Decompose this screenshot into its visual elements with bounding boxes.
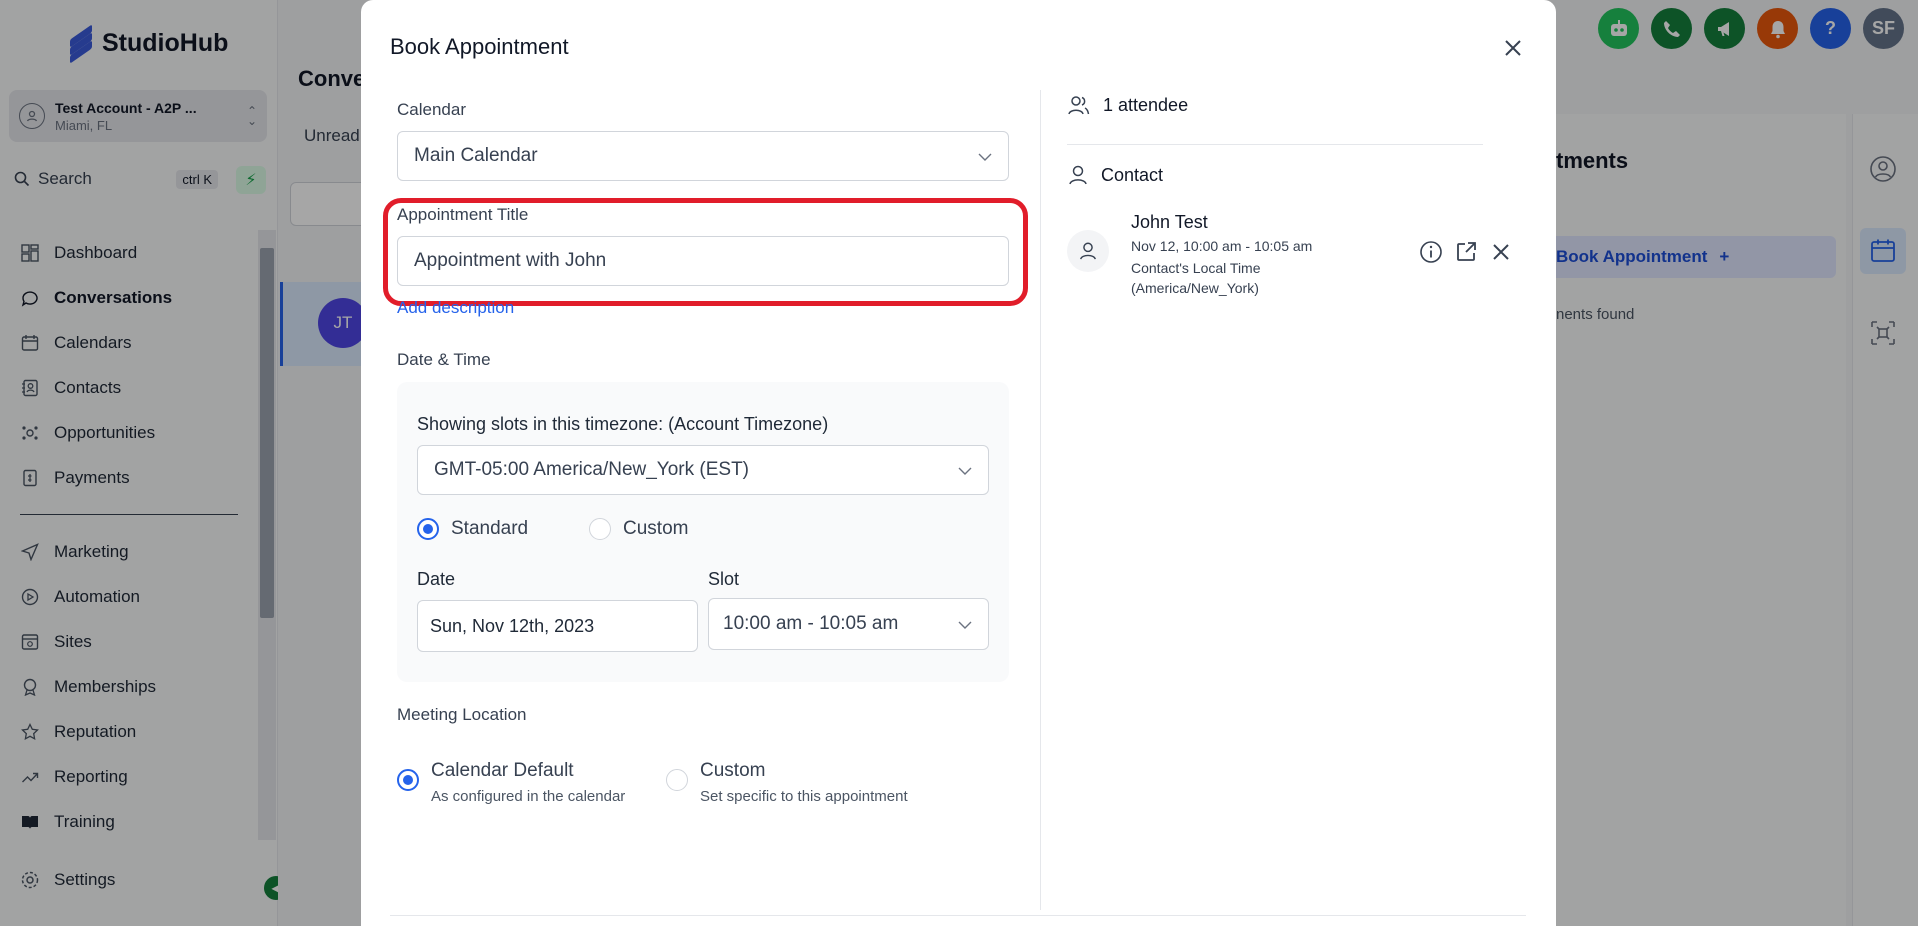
- location-option-title: Custom: [700, 760, 766, 781]
- chevron-down-icon: [958, 459, 972, 481]
- contact-local-time: Contact's Local Time (America/New_York): [1131, 260, 1261, 296]
- radio-unselected-icon: [589, 518, 611, 540]
- radio-selected-icon: [417, 518, 439, 540]
- location-option-subtitle: Set specific to this appointment: [700, 788, 908, 805]
- meeting-location-label: Meeting Location: [397, 705, 527, 724]
- chevron-down-icon: [978, 145, 992, 167]
- contact-section-header: Contact: [1067, 164, 1163, 186]
- modal-footer-divider: [390, 915, 1526, 916]
- date-picker[interactable]: Sun, Nov 12th, 2023: [417, 600, 698, 652]
- slot-select[interactable]: 10:00 am - 10:05 am: [708, 598, 989, 650]
- slot-mode-standard-radio[interactable]: Standard: [417, 518, 528, 540]
- contact-section-label: Contact: [1101, 164, 1164, 185]
- timezone-select-value: GMT-05:00 America/New_York (EST): [434, 459, 750, 480]
- external-link-icon[interactable]: [1452, 238, 1480, 266]
- contact-avatar: [1067, 230, 1109, 272]
- slot-mode-custom-label: Custom: [623, 518, 689, 539]
- date-label: Date: [417, 569, 456, 589]
- slot-label: Slot: [708, 569, 740, 589]
- contact-name: John Test: [1131, 212, 1208, 232]
- appointment-title-input[interactable]: Appointment with John: [397, 236, 1009, 286]
- info-icon[interactable]: [1417, 238, 1445, 266]
- appointment-title-label: Appointment Title: [397, 205, 529, 224]
- column-divider: [1040, 90, 1041, 910]
- radio-selected-icon: [397, 769, 419, 791]
- slot-value: 10:00 am - 10:05 am: [723, 613, 899, 634]
- close-icon: [1505, 40, 1521, 56]
- calendar-label: Calendar: [397, 100, 466, 119]
- location-option-custom[interactable]: Custom Set specific to this appointment: [666, 760, 908, 805]
- calendar-select-value: Main Calendar: [414, 145, 538, 166]
- person-icon: [1069, 165, 1087, 185]
- contact-appointment-time: Nov 12, 10:00 am - 10:05 am: [1131, 238, 1313, 254]
- appointment-title-value: Appointment with John: [414, 250, 607, 271]
- users-icon: [1068, 96, 1090, 115]
- location-option-title: Calendar Default: [431, 760, 574, 781]
- date-time-label: Date & Time: [397, 350, 491, 369]
- remove-attendee-icon[interactable]: [1487, 238, 1515, 266]
- book-appointment-modal: Book Appointment Calendar Main Calendar …: [361, 0, 1556, 926]
- attendee-count-label: 1 attendee: [1103, 94, 1189, 115]
- slot-mode-standard-label: Standard: [451, 518, 529, 539]
- radio-unselected-icon: [666, 769, 688, 791]
- close-button[interactable]: [1499, 34, 1527, 62]
- location-option-subtitle: As configured in the calendar: [431, 788, 626, 805]
- slot-mode-custom-radio[interactable]: Custom: [589, 518, 688, 540]
- timezone-label: Showing slots in this timezone: (Account…: [417, 414, 829, 434]
- attendee-divider: [1067, 144, 1483, 145]
- location-option-calendar-default[interactable]: Calendar Default As configured in the ca…: [397, 760, 625, 805]
- calendar-select[interactable]: Main Calendar: [397, 131, 1009, 181]
- date-value: Sun, Nov 12th, 2023: [430, 615, 595, 636]
- timezone-select[interactable]: GMT-05:00 America/New_York (EST): [417, 445, 989, 495]
- modal-title: Book Appointment: [390, 34, 569, 59]
- chevron-down-icon: [958, 613, 972, 635]
- add-description-link[interactable]: Add description: [397, 298, 514, 318]
- attendee-count: 1 attendee: [1067, 94, 1188, 116]
- person-icon: [1080, 242, 1096, 260]
